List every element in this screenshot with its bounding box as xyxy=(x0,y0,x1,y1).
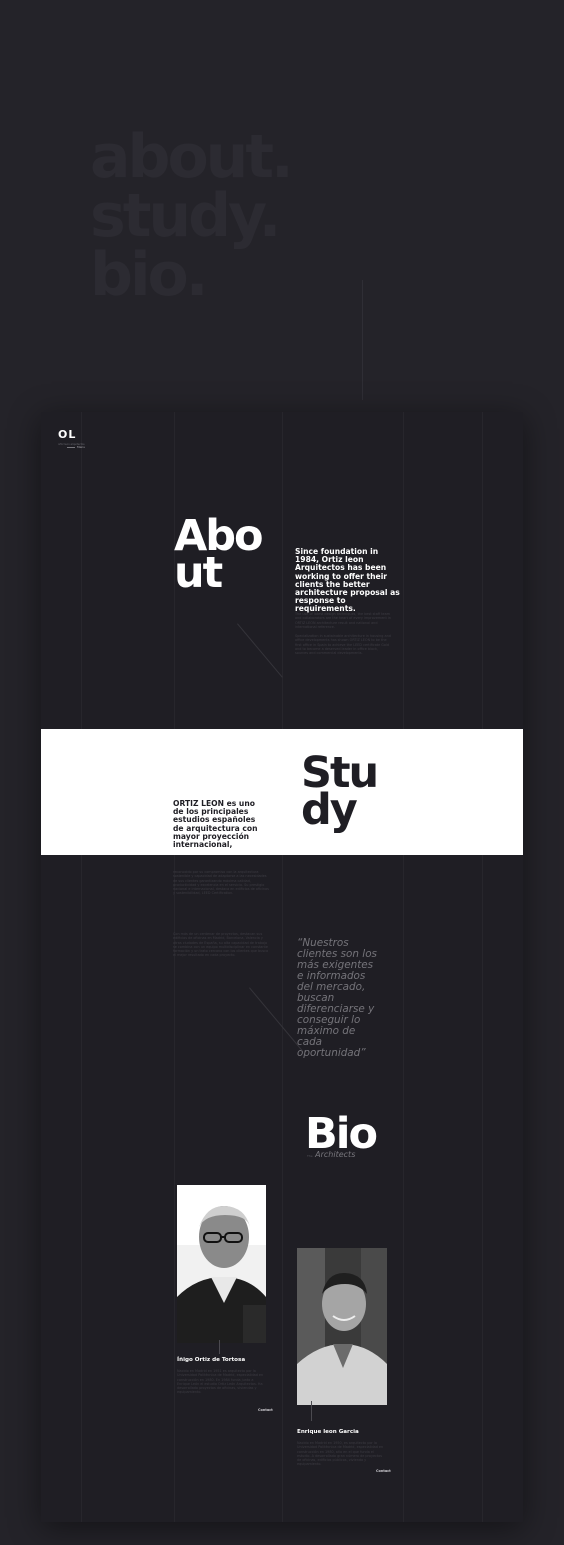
portrait-image xyxy=(177,1185,266,1343)
hero-bio: bio. xyxy=(90,240,209,310)
bio-subtitle-small: The xyxy=(307,1154,313,1158)
study-band: Stu dy ORTIZ LEON es uno de los principa… xyxy=(41,729,523,855)
grid-line xyxy=(403,412,404,1522)
connector-line xyxy=(311,1401,312,1421)
study-paragraph-2: Con más de un centenar de proyectos, des… xyxy=(173,932,269,958)
about-lead: Since foundation in 1984, Ortiz leon Arq… xyxy=(295,547,400,614)
menu-link[interactable]: Menu xyxy=(77,445,85,449)
grid-line xyxy=(482,412,483,1522)
connector-line xyxy=(219,1340,220,1354)
divider xyxy=(67,447,75,448)
contact-link-1[interactable]: Contact xyxy=(258,1408,273,1412)
diagonal-line xyxy=(237,623,283,678)
logo[interactable]: OL xyxy=(58,428,76,441)
portrait-image xyxy=(297,1248,387,1405)
person-name-1: Íñigo Ortiz de Tortosa xyxy=(177,1357,246,1363)
bio-subtitle: The Architects xyxy=(307,1150,355,1159)
contact-link-2[interactable]: Contact xyxy=(376,1469,391,1473)
about-paragraph-2: Specialization in sustainable architectu… xyxy=(295,634,391,656)
portrait-photo-2 xyxy=(297,1248,387,1405)
bio-subtitle-text: Architects xyxy=(315,1150,356,1159)
diagonal-line xyxy=(249,987,303,1051)
about-paragraph-1: The use of latest design techniques, the… xyxy=(295,612,391,629)
grid-line xyxy=(282,412,283,1522)
hero-headline: about. study. bio. xyxy=(90,122,294,310)
hero-about: about. xyxy=(90,122,294,192)
person-bio-1: Nacido en Madrid en 1951 es arquitecto p… xyxy=(177,1369,264,1395)
guide-line xyxy=(362,280,363,400)
page-mockup: OL ortiz leon arquitectos Menu Abo ut Si… xyxy=(41,412,523,1522)
study-title: Stu dy xyxy=(301,752,379,832)
bio-title: Bio xyxy=(305,1109,378,1159)
study-quote: “Nuestros clientes son los más exigentes… xyxy=(297,937,377,1059)
person-bio-2: Nacido en Madrid en 1950, es arquitecto … xyxy=(297,1441,384,1467)
grid-line xyxy=(81,412,82,1522)
person-name-2: Enrique leon Garcia xyxy=(297,1429,359,1435)
about-title: Abo ut xyxy=(174,515,264,595)
hero-study: study. xyxy=(90,181,281,251)
study-lead: ORTIZ LEON es uno de los principales est… xyxy=(173,799,258,850)
portrait-photo-1 xyxy=(177,1185,266,1343)
study-paragraph-1: reconocido por su compromiso con la arqu… xyxy=(173,870,269,896)
